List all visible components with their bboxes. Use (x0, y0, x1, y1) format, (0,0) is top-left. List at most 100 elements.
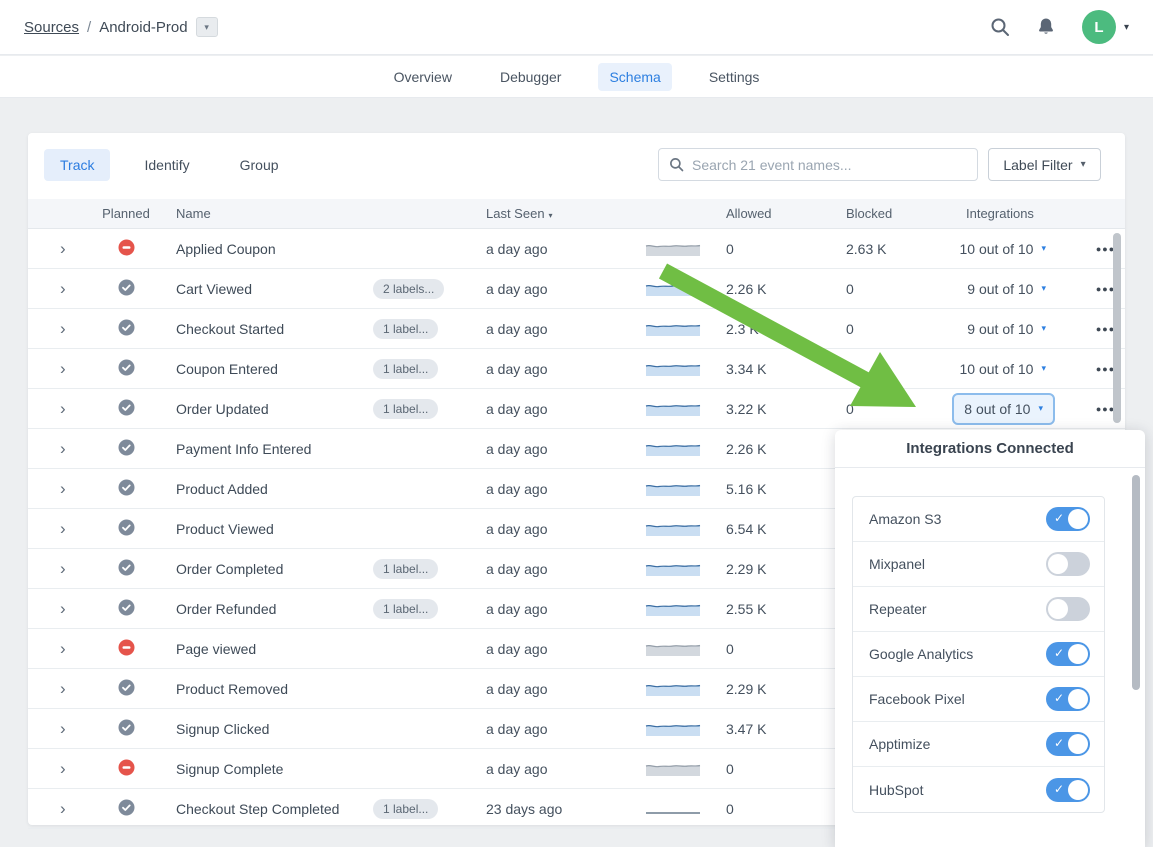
event-name[interactable]: Product Removed (176, 681, 373, 697)
label-badge[interactable]: 1 label... (373, 359, 438, 379)
row-expand-chevron-icon[interactable]: › (48, 760, 76, 777)
integration-toggle[interactable] (1046, 552, 1090, 576)
type-tab-track[interactable]: Track (44, 149, 110, 181)
user-menu[interactable]: L ▾ (1082, 10, 1129, 44)
tab-overview[interactable]: Overview (383, 63, 463, 91)
event-name[interactable]: Order Refunded (176, 601, 373, 617)
tab-settings[interactable]: Settings (698, 63, 771, 91)
volume-sparkline (645, 281, 726, 297)
volume-sparkline (645, 361, 726, 377)
blocked-status-icon[interactable] (118, 239, 135, 259)
planned-status-icon[interactable] (118, 319, 135, 339)
row-expand-chevron-icon[interactable]: › (48, 440, 76, 457)
row-expand-chevron-icon[interactable]: › (48, 400, 76, 417)
volume-sparkline (645, 481, 726, 497)
integrations-dropdown[interactable]: 9 out of 10▾ (967, 321, 1046, 337)
planned-status-icon[interactable] (118, 799, 135, 819)
event-name[interactable]: Coupon Entered (176, 361, 373, 377)
row-expand-chevron-icon[interactable]: › (48, 280, 76, 297)
planned-status-icon[interactable] (118, 279, 135, 299)
volume-sparkline (645, 521, 726, 537)
label-badge[interactable]: 1 label... (373, 599, 438, 619)
volume-sparkline (645, 761, 726, 777)
integration-toggle[interactable] (1046, 597, 1090, 621)
integrations-count: 9 out of 10 (967, 321, 1033, 337)
row-expand-chevron-icon[interactable]: › (48, 720, 76, 737)
planned-status-icon[interactable] (118, 599, 135, 619)
event-name[interactable]: Order Updated (176, 401, 373, 417)
event-search[interactable] (658, 148, 978, 181)
planned-status-icon[interactable] (118, 479, 135, 499)
table-scrollbar[interactable] (1113, 233, 1121, 423)
tab-schema[interactable]: Schema (598, 63, 671, 91)
event-name[interactable]: Applied Coupon (176, 241, 373, 257)
integration-item: Amazon S3✓ (853, 497, 1104, 542)
column-header-blocked: Blocked (846, 206, 936, 221)
label-badge[interactable]: 1 label... (373, 799, 438, 819)
planned-status-icon[interactable] (118, 719, 135, 739)
row-expand-chevron-icon[interactable]: › (48, 600, 76, 617)
integration-toggle[interactable]: ✓ (1046, 778, 1090, 802)
event-name[interactable]: Product Viewed (176, 521, 373, 537)
row-expand-chevron-icon[interactable]: › (48, 320, 76, 337)
integrations-caret-icon: ▾ (1038, 403, 1043, 414)
row-expand-chevron-icon[interactable]: › (48, 360, 76, 377)
row-expand-chevron-icon[interactable]: › (48, 240, 76, 257)
column-header-last-seen[interactable]: Last Seen▾ (486, 206, 645, 221)
tab-debugger[interactable]: Debugger (489, 63, 573, 91)
blocked-status-icon[interactable] (118, 759, 135, 779)
table-row: ›Checkout Started1 label...a day ago2.3 … (28, 309, 1125, 349)
search-icon[interactable] (990, 17, 1010, 37)
event-name[interactable]: Checkout Started (176, 321, 373, 337)
avatar[interactable]: L (1082, 10, 1116, 44)
bell-icon[interactable] (1036, 17, 1056, 37)
event-name[interactable]: Page viewed (176, 641, 373, 657)
allowed-count: 0 (726, 641, 846, 657)
row-expand-chevron-icon[interactable]: › (48, 680, 76, 697)
source-switcher-dropdown[interactable]: ▾ (196, 17, 218, 37)
row-expand-chevron-icon[interactable]: › (48, 640, 76, 657)
integrations-dropdown[interactable]: 10 out of 10▾ (960, 241, 1046, 257)
integration-toggle[interactable]: ✓ (1046, 687, 1090, 711)
type-tab-identify[interactable]: Identify (128, 149, 205, 181)
last-seen-value: a day ago (486, 441, 645, 457)
planned-status-icon[interactable] (118, 679, 135, 699)
integration-toggle[interactable]: ✓ (1046, 732, 1090, 756)
row-expand-chevron-icon[interactable]: › (48, 560, 76, 577)
planned-status-icon[interactable] (118, 519, 135, 539)
breadcrumb-sources-link[interactable]: Sources (24, 19, 79, 36)
event-name[interactable]: Signup Clicked (176, 721, 373, 737)
column-header-name: Name (176, 206, 373, 221)
volume-sparkline (645, 681, 726, 697)
row-expand-chevron-icon[interactable]: › (48, 480, 76, 497)
row-expand-chevron-icon[interactable]: › (48, 800, 76, 817)
blocked-status-icon[interactable] (118, 639, 135, 659)
label-badge[interactable]: 2 labels... (373, 279, 444, 299)
row-expand-chevron-icon[interactable]: › (48, 520, 76, 537)
event-name[interactable]: Cart Viewed (176, 281, 373, 297)
planned-status-icon[interactable] (118, 399, 135, 419)
last-seen-value: a day ago (486, 481, 645, 497)
integration-toggle[interactable]: ✓ (1046, 507, 1090, 531)
planned-status-icon[interactable] (118, 439, 135, 459)
planned-status-icon[interactable] (118, 559, 135, 579)
label-filter-button[interactable]: Label Filter ▾ (988, 148, 1101, 181)
event-search-input[interactable] (692, 157, 967, 173)
popup-scrollbar[interactable] (1132, 475, 1140, 690)
label-badge[interactable]: 1 label... (373, 399, 438, 419)
label-badge[interactable]: 1 label... (373, 559, 438, 579)
event-name[interactable]: Order Completed (176, 561, 373, 577)
integrations-dropdown[interactable]: 9 out of 10▾ (967, 281, 1046, 297)
event-name[interactable]: Checkout Step Completed (176, 801, 373, 817)
event-name[interactable]: Signup Complete (176, 761, 373, 777)
integrations-dropdown[interactable]: 10 out of 10▾ (960, 361, 1046, 377)
integration-toggle[interactable]: ✓ (1046, 642, 1090, 666)
label-badge[interactable]: 1 label... (373, 319, 438, 339)
event-name[interactable]: Payment Info Entered (176, 441, 373, 457)
toggle-knob (1068, 509, 1088, 529)
last-seen-value: a day ago (486, 521, 645, 537)
integrations-dropdown[interactable]: 8 out of 10▾ (952, 393, 1055, 425)
planned-status-icon[interactable] (118, 359, 135, 379)
type-tab-group[interactable]: Group (224, 149, 295, 181)
event-name[interactable]: Product Added (176, 481, 373, 497)
